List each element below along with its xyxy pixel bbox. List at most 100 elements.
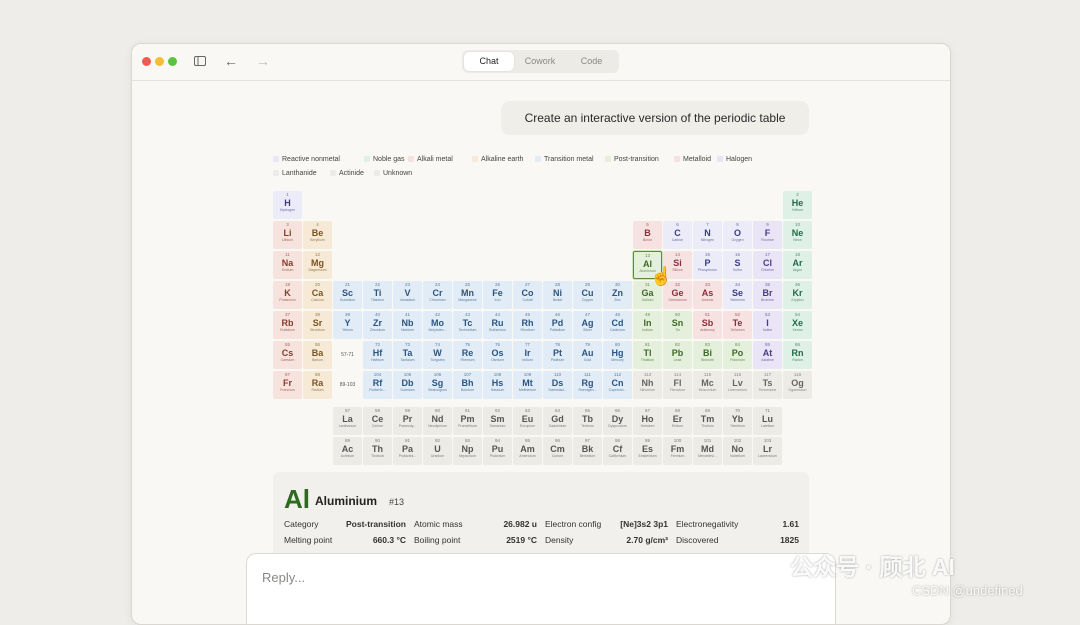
minimize-window-button[interactable] (155, 57, 164, 66)
element-cell[interactable]: 86 Rn Radon (783, 341, 812, 369)
element-cell[interactable]: 33 As Arsenic (693, 281, 722, 309)
element-cell[interactable]: 34 Se Selenium (723, 281, 752, 309)
element-cell[interactable]: 97 Bk Berkelium (573, 437, 602, 465)
element-cell[interactable]: 95 Am Americium (513, 437, 542, 465)
element-cell[interactable]: 90 Th Thorium (363, 437, 392, 465)
element-cell[interactable]: 47 Ag Silver (573, 311, 602, 339)
element-cell[interactable]: 27 Co Cobalt (513, 281, 542, 309)
element-cell[interactable]: 99 Es Einsteinium (633, 437, 662, 465)
element-cell[interactable]: 1 H Hydrogen (273, 191, 302, 219)
element-cell[interactable]: 64 Gd Gadolinium (543, 407, 572, 435)
element-cell[interactable]: 79 Au Gold (573, 341, 602, 369)
element-cell[interactable]: 30 Zn Zinc (603, 281, 632, 309)
element-cell[interactable]: 96 Cm Curium (543, 437, 572, 465)
element-cell[interactable]: 105 Db Dubnium (393, 371, 422, 399)
element-cell[interactable]: 56 Ba Barium (303, 341, 332, 369)
element-cell[interactable]: 87 Fr Francium (273, 371, 302, 399)
element-cell[interactable]: 26 Fe Iron (483, 281, 512, 309)
element-cell[interactable]: 45 Rh Rhodium (513, 311, 542, 339)
element-cell[interactable]: 55 Cs Caesium (273, 341, 302, 369)
element-cell[interactable]: 76 Os Osmium (483, 341, 512, 369)
element-cell[interactable]: 18 Ar Argon (783, 251, 812, 279)
element-cell[interactable]: 115 Mc Moscovium (693, 371, 722, 399)
element-cell[interactable]: 75 Re Rhenium (453, 341, 482, 369)
element-cell[interactable]: 10 Ne Neon (783, 221, 812, 249)
element-cell[interactable]: 91 Pa Protactini... (393, 437, 422, 465)
element-cell[interactable]: 4 Be Beryllium (303, 221, 332, 249)
element-cell[interactable]: 62 Sm Samarium (483, 407, 512, 435)
element-cell[interactable]: 37 Rb Rubidium (273, 311, 302, 339)
element-cell[interactable]: 74 W Tungsten (423, 341, 452, 369)
element-cell[interactable]: 57 La Lanthanum (333, 407, 362, 435)
element-cell[interactable]: 67 Ho Holmium (633, 407, 662, 435)
element-cell[interactable]: 89 Ac Actinium (333, 437, 362, 465)
element-cell[interactable]: 51 Sb Antimony (693, 311, 722, 339)
element-cell[interactable]: 3 Li Lithium (273, 221, 302, 249)
element-cell[interactable]: 48 Cd Cadmium (603, 311, 632, 339)
element-cell[interactable]: 108 Hs Hassium (483, 371, 512, 399)
element-cell[interactable]: 38 Sr Strontium (303, 311, 332, 339)
element-cell[interactable]: 69 Tm Thulium (693, 407, 722, 435)
tab-cowork[interactable]: Cowork (515, 52, 565, 71)
element-cell[interactable]: 11 Na Sodium (273, 251, 302, 279)
element-cell[interactable]: 46 Pd Palladium (543, 311, 572, 339)
element-cell[interactable]: 70 Yb Ytterbium (723, 407, 752, 435)
element-cell[interactable]: 92 U Uranium (423, 437, 452, 465)
element-cell[interactable]: 72 Hf Hafnium (363, 341, 392, 369)
element-cell[interactable]: 63 Eu Europium (513, 407, 542, 435)
element-cell[interactable]: 113 Nh Nihonium (633, 371, 662, 399)
element-cell[interactable]: 6 C Carbon (663, 221, 692, 249)
element-cell[interactable]: 58 Ce Cerium (363, 407, 392, 435)
element-cell[interactable]: 29 Cu Copper (573, 281, 602, 309)
element-cell[interactable]: 94 Pu Plutonium (483, 437, 512, 465)
element-cell[interactable]: 109 Mt Meitnerium (513, 371, 542, 399)
element-cell[interactable]: 24 Cr Chromium (423, 281, 452, 309)
element-cell[interactable]: 107 Bh Bohrium (453, 371, 482, 399)
element-cell[interactable]: 5 B Boron (633, 221, 662, 249)
element-cell[interactable]: 28 Ni Nickel (543, 281, 572, 309)
element-cell[interactable]: 42 Mo Molybden... (423, 311, 452, 339)
element-cell[interactable]: 2 He Helium (783, 191, 812, 219)
element-cell[interactable]: 82 Pb Lead (663, 341, 692, 369)
element-cell[interactable]: 104 Rf Rutherfo... (363, 371, 392, 399)
tab-chat[interactable]: Chat (464, 52, 514, 71)
element-cell[interactable]: 17 Cl Chlorine (753, 251, 782, 279)
element-cell[interactable]: 98 Cf Californium (603, 437, 632, 465)
element-cell[interactable]: 15 P Phosphorus (693, 251, 722, 279)
element-cell[interactable]: 68 Er Erbium (663, 407, 692, 435)
forward-arrow-icon[interactable]: → (252, 50, 274, 72)
element-cell[interactable]: 16 S Sulfur (723, 251, 752, 279)
close-window-button[interactable] (142, 57, 151, 66)
element-cell[interactable]: 8 O Oxygen (723, 221, 752, 249)
element-cell[interactable]: 19 K Potassium (273, 281, 302, 309)
element-cell[interactable]: 7 N Nitrogen (693, 221, 722, 249)
element-cell[interactable]: 83 Bi Bismuth (693, 341, 722, 369)
element-cell[interactable]: 43 Tc Technetium (453, 311, 482, 339)
element-cell[interactable]: 35 Br Bromine (753, 281, 782, 309)
element-cell[interactable]: 77 Ir Iridium (513, 341, 542, 369)
element-cell[interactable]: 93 Np Neptunium (453, 437, 482, 465)
sidebar-toggle-icon[interactable] (189, 50, 211, 72)
element-cell[interactable]: 116 Lv Livermorium (723, 371, 752, 399)
element-cell[interactable]: 12 Mg Magnesium (303, 251, 332, 279)
element-cell[interactable]: 52 Te Tellurium (723, 311, 752, 339)
tab-code[interactable]: Code (566, 52, 617, 71)
element-cell[interactable]: 73 Ta Tantalum (393, 341, 422, 369)
element-cell[interactable]: 40 Zr Zirconium (363, 311, 392, 339)
element-cell[interactable]: 65 Tb Terbium (573, 407, 602, 435)
element-cell[interactable]: 41 Nb Niobium (393, 311, 422, 339)
element-cell[interactable]: 110 Ds Darmstad... (543, 371, 572, 399)
element-cell[interactable]: 106 Sg Seaborgium (423, 371, 452, 399)
element-cell[interactable]: 9 F Fluorine (753, 221, 782, 249)
element-cell[interactable]: 36 Kr Krypton (783, 281, 812, 309)
element-cell[interactable]: 59 Pr Praseody... (393, 407, 422, 435)
element-cell[interactable]: 44 Ru Ruthenium (483, 311, 512, 339)
element-cell[interactable]: 101 Md Mendelevi... (693, 437, 722, 465)
element-cell[interactable]: 25 Mn Manganese (453, 281, 482, 309)
back-arrow-icon[interactable]: ← (220, 50, 242, 72)
element-cell[interactable]: 112 Cn Copernici... (603, 371, 632, 399)
element-cell[interactable]: 103 Lr Lawrencium (753, 437, 782, 465)
element-cell[interactable]: 100 Fm Fermium (663, 437, 692, 465)
element-cell[interactable]: 114 Fl Flerovium (663, 371, 692, 399)
element-cell[interactable]: 80 Hg Mercury (603, 341, 632, 369)
